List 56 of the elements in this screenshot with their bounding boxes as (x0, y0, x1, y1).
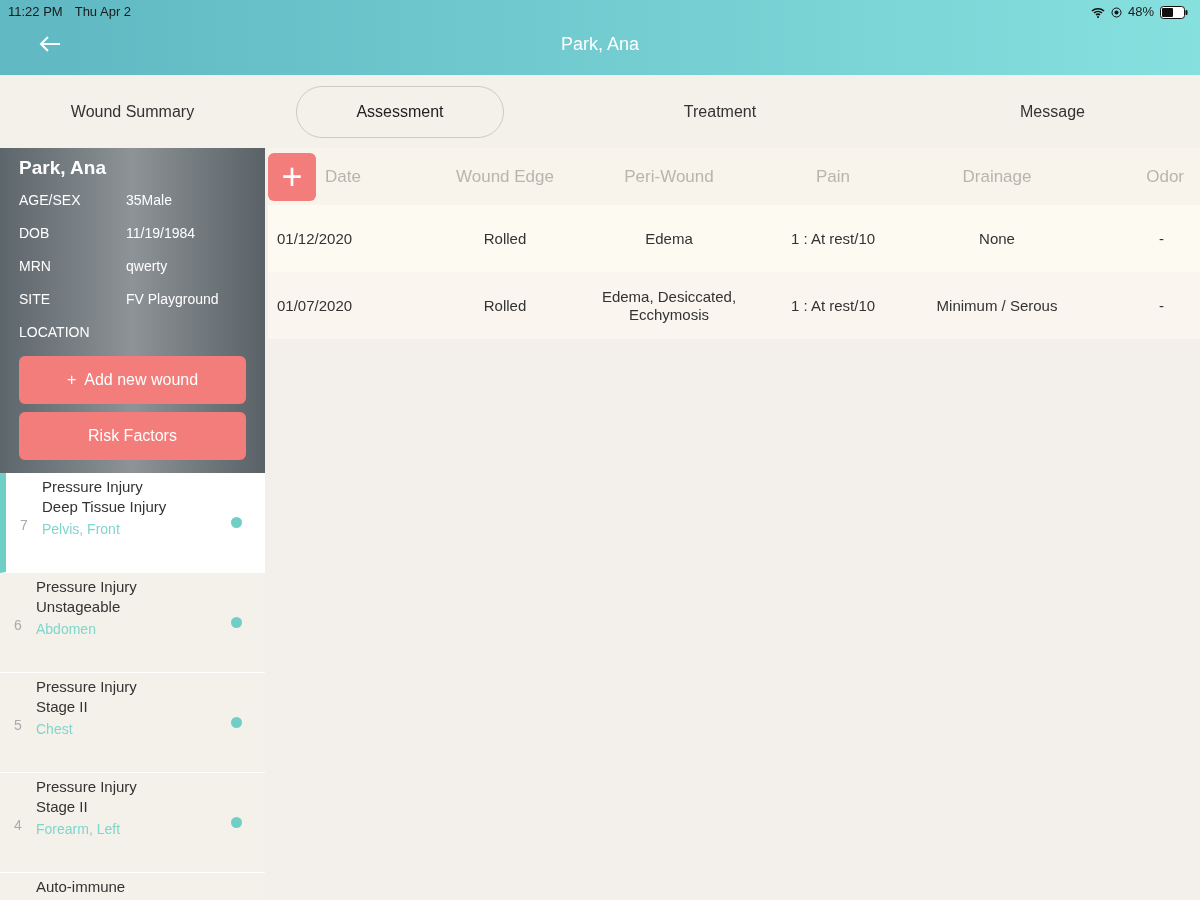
table-cell-text: None (978, 229, 1016, 248)
wound-type: Pressure Injury (42, 477, 144, 497)
wound-location: Forearm, Left (36, 820, 122, 839)
wound-type: Pressure Injury (36, 577, 138, 597)
wifi-icon (1090, 6, 1105, 18)
table-cell-text: Edema (644, 229, 694, 248)
column-header: Wound Edge (455, 165, 555, 188)
field-value: 11/19/1984 (126, 224, 196, 243)
table-cell-text: - (1158, 229, 1165, 248)
table-cell-text: Edema, Desiccated, Ecchymosis (600, 287, 738, 324)
wound-stage: Stage II (36, 797, 89, 817)
wound-type: Pressure Injury (36, 677, 138, 697)
status-date: Thu Apr 2 (74, 3, 132, 22)
tab[interactable]: Message (1004, 85, 1101, 138)
battery-icon (1160, 5, 1188, 19)
wound-item[interactable]: 7 Pressure Injury Deep Tissue Injury Pelvis, Front (0, 473, 265, 573)
status-time: 11:22 PM (8, 3, 63, 22)
field-label: AGE/SEX (19, 191, 82, 210)
field-label: SITE (19, 290, 52, 309)
patient-name: Park, Ana (19, 156, 107, 180)
wound-number: 4 (14, 816, 22, 835)
table-cell-text: 1 : At rest/10 (789, 296, 877, 315)
table-cell-text: Rolled (482, 296, 528, 315)
table-cell-text: 01/12/2020 (276, 229, 354, 248)
column-header: Peri-Wound (623, 165, 715, 188)
field-value: 35Male (126, 191, 172, 210)
column-header: Drainage (961, 165, 1033, 188)
wound-location: Pelvis, Front (42, 520, 121, 539)
table-cell-text: 1 : At rest/10 (789, 229, 877, 248)
field-label: DOB (19, 224, 51, 243)
location-icon (1110, 6, 1122, 18)
field-label: LOCATION (19, 323, 91, 342)
wound-location: Abdomen (36, 620, 97, 639)
wound-location: Chest (36, 720, 74, 739)
wound-type: Pressure Injury (36, 777, 138, 797)
table-cell-text: Minimum / Serous (935, 296, 1059, 315)
column-header: Odor (1145, 165, 1185, 188)
wound-number: 5 (14, 716, 22, 735)
wound-stage: Unstageable (36, 597, 122, 617)
table-cell-text: Rolled (482, 229, 528, 248)
tab[interactable]: Treatment (667, 85, 773, 138)
field-value: qwerty (126, 257, 168, 276)
wound-stage: Stage II (36, 697, 89, 717)
wound-type: Auto-immune (36, 877, 127, 897)
wound-stage: Deep Tissue Injury (42, 497, 168, 517)
field-value: FV Playground (126, 290, 219, 309)
table-cell-text: 01/07/2020 (276, 296, 354, 315)
battery-percent: 48% (1127, 3, 1154, 22)
column-header: Pain (815, 165, 851, 188)
header-title: Park, Ana (560, 32, 639, 56)
tab[interactable]: Wound Summary (54, 85, 211, 138)
field-label: MRN (19, 257, 52, 276)
column-header: Date (325, 165, 361, 188)
table-cell-text: - (1158, 296, 1165, 315)
wound-number: 6 (14, 616, 22, 635)
wound-number: 7 (20, 516, 28, 535)
